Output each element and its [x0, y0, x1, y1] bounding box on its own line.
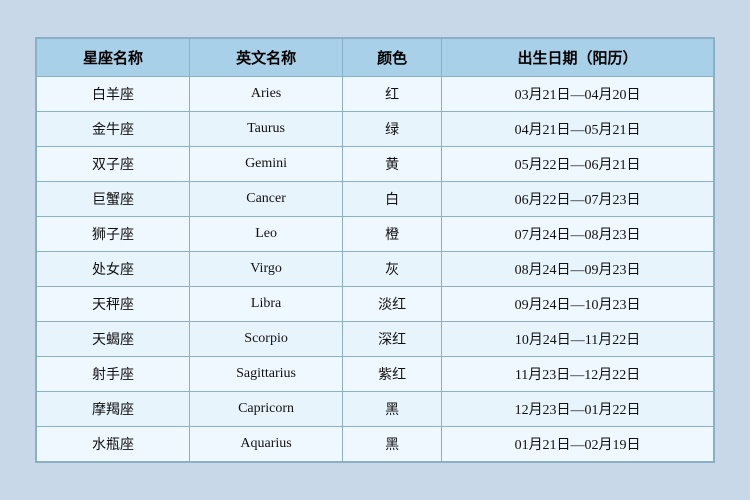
table-cell: Leo	[190, 217, 343, 252]
table-cell: Scorpio	[190, 322, 343, 357]
table-cell: 白	[343, 182, 442, 217]
table-row: 水瓶座Aquarius黑01月21日—02月19日	[37, 427, 714, 462]
table-cell: 橙	[343, 217, 442, 252]
table-cell: 10月24日—11月22日	[442, 322, 714, 357]
table-cell: 05月22日—06月21日	[442, 147, 714, 182]
table-cell: Virgo	[190, 252, 343, 287]
col-header-color: 颜色	[343, 39, 442, 77]
table-cell: Libra	[190, 287, 343, 322]
table-cell: 绿	[343, 112, 442, 147]
col-header-birthdate: 出生日期（阳历）	[442, 39, 714, 77]
table-row: 金牛座Taurus绿04月21日—05月21日	[37, 112, 714, 147]
table-cell: Capricorn	[190, 392, 343, 427]
table-cell: Aries	[190, 77, 343, 112]
table-cell: 03月21日—04月20日	[442, 77, 714, 112]
table-row: 摩羯座Capricorn黑12月23日—01月22日	[37, 392, 714, 427]
table-row: 巨蟹座Cancer白06月22日—07月23日	[37, 182, 714, 217]
table-row: 天蝎座Scorpio深红10月24日—11月22日	[37, 322, 714, 357]
table-header-row: 星座名称 英文名称 颜色 出生日期（阳历）	[37, 39, 714, 77]
table-row: 双子座Gemini黄05月22日—06月21日	[37, 147, 714, 182]
table-cell: Aquarius	[190, 427, 343, 462]
table-cell: Taurus	[190, 112, 343, 147]
table-cell: 07月24日—08月23日	[442, 217, 714, 252]
table-row: 天秤座Libra淡红09月24日—10月23日	[37, 287, 714, 322]
table-cell: 01月21日—02月19日	[442, 427, 714, 462]
table-row: 狮子座Leo橙07月24日—08月23日	[37, 217, 714, 252]
table-cell: 狮子座	[37, 217, 190, 252]
table-cell: 12月23日—01月22日	[442, 392, 714, 427]
table-cell: 09月24日—10月23日	[442, 287, 714, 322]
table-cell: Sagittarius	[190, 357, 343, 392]
table-cell: 08月24日—09月23日	[442, 252, 714, 287]
table-cell: 黑	[343, 427, 442, 462]
table-cell: 06月22日—07月23日	[442, 182, 714, 217]
col-header-english-name: 英文名称	[190, 39, 343, 77]
table-row: 白羊座Aries红03月21日—04月20日	[37, 77, 714, 112]
table-cell: 摩羯座	[37, 392, 190, 427]
table-cell: 红	[343, 77, 442, 112]
zodiac-table: 星座名称 英文名称 颜色 出生日期（阳历） 白羊座Aries红03月21日—04…	[36, 38, 714, 462]
table-cell: 04月21日—05月21日	[442, 112, 714, 147]
table-cell: Cancer	[190, 182, 343, 217]
table-cell: 巨蟹座	[37, 182, 190, 217]
table-cell: 双子座	[37, 147, 190, 182]
zodiac-table-container: 星座名称 英文名称 颜色 出生日期（阳历） 白羊座Aries红03月21日—04…	[35, 37, 715, 463]
table-row: 处女座Virgo灰08月24日—09月23日	[37, 252, 714, 287]
table-cell: 11月23日—12月22日	[442, 357, 714, 392]
table-cell: 水瓶座	[37, 427, 190, 462]
table-cell: 黑	[343, 392, 442, 427]
table-row: 射手座Sagittarius紫红11月23日—12月22日	[37, 357, 714, 392]
col-header-chinese-name: 星座名称	[37, 39, 190, 77]
table-cell: Gemini	[190, 147, 343, 182]
table-cell: 黄	[343, 147, 442, 182]
table-cell: 射手座	[37, 357, 190, 392]
table-cell: 金牛座	[37, 112, 190, 147]
table-cell: 处女座	[37, 252, 190, 287]
table-cell: 淡红	[343, 287, 442, 322]
table-cell: 天秤座	[37, 287, 190, 322]
table-cell: 深红	[343, 322, 442, 357]
table-cell: 白羊座	[37, 77, 190, 112]
table-cell: 天蝎座	[37, 322, 190, 357]
table-cell: 灰	[343, 252, 442, 287]
table-cell: 紫红	[343, 357, 442, 392]
